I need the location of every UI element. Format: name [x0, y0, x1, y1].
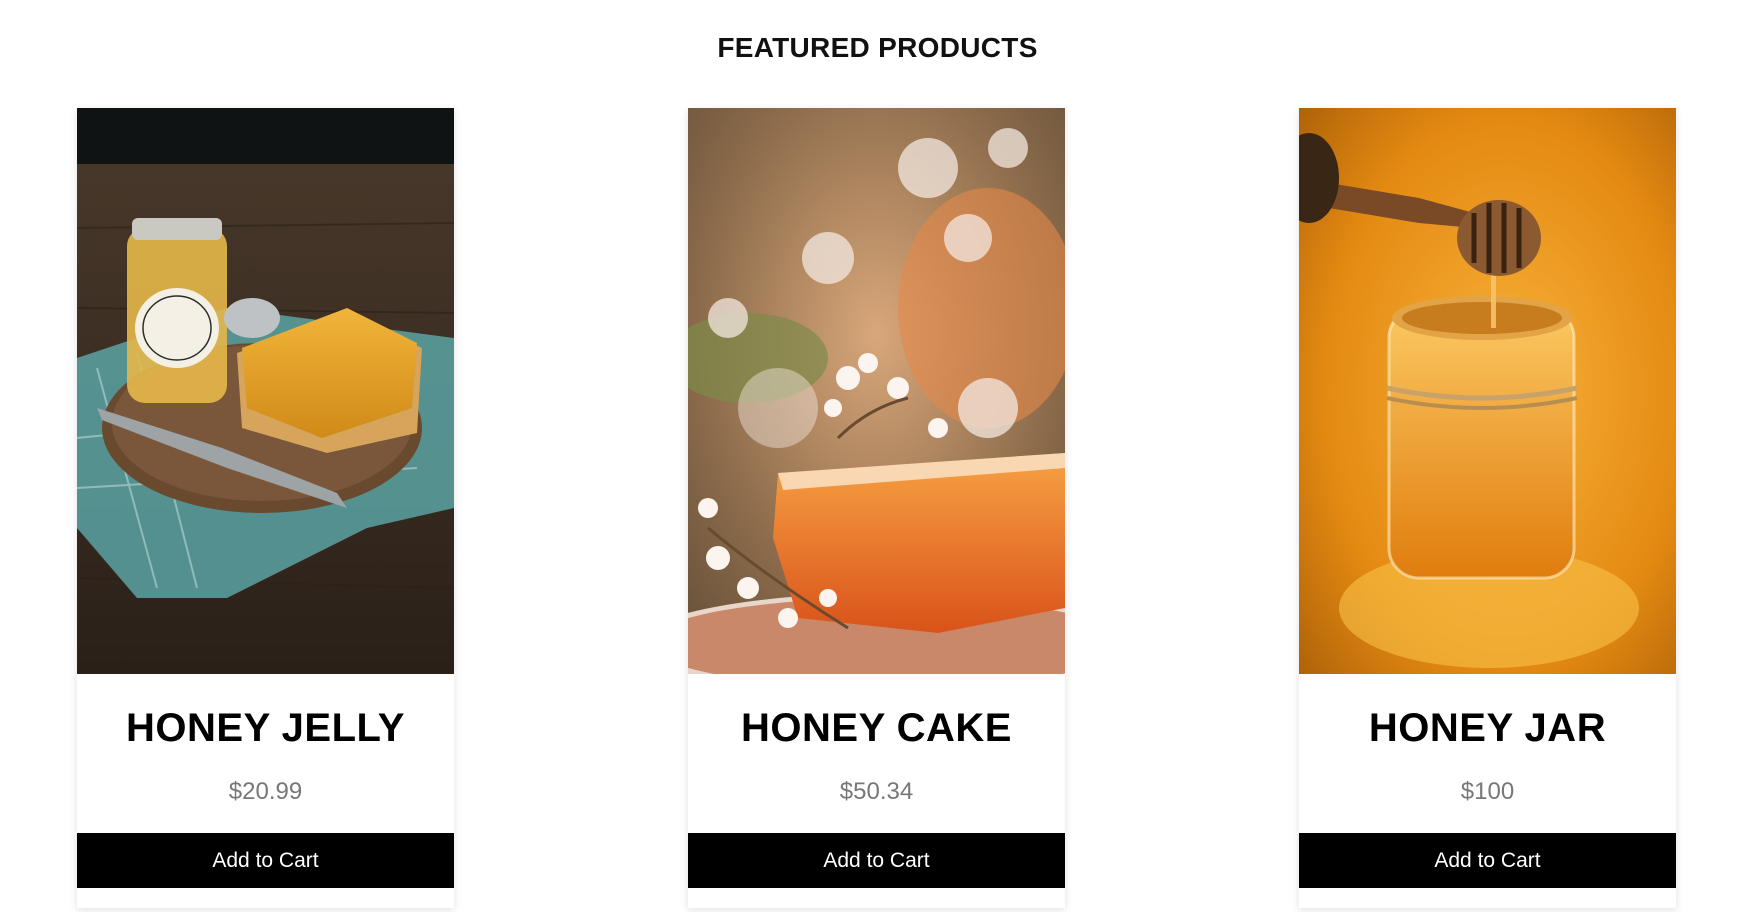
featured-products-page: FEATURED PRODUCTS HONEY JELLY $20.99 Add…: [0, 0, 1755, 912]
add-to-cart-button[interactable]: Add to Cart: [688, 833, 1065, 888]
section-title: FEATURED PRODUCTS: [717, 32, 1038, 63]
product-name: HONEY JAR: [1368, 706, 1607, 750]
product-price: $100: [1460, 778, 1515, 805]
product-image-honey-jar[interactable]: [1299, 108, 1676, 674]
product-name: HONEY CAKE: [741, 706, 1012, 750]
add-to-cart-button[interactable]: Add to Cart: [77, 833, 454, 888]
product-image-honey-jelly[interactable]: [77, 108, 454, 674]
product-name: HONEY JELLY: [126, 706, 405, 750]
product-card-honey-jelly: HONEY JELLY $20.99 Add to Cart: [77, 108, 454, 908]
product-card-honey-jar: HONEY JAR $100 Add to Cart: [1299, 108, 1676, 908]
product-price: $50.34: [839, 778, 914, 805]
add-to-cart-button[interactable]: Add to Cart: [1299, 833, 1676, 888]
product-price: $20.99: [228, 778, 303, 805]
product-card-honey-cake: HONEY CAKE $50.34 Add to Cart: [688, 108, 1065, 908]
product-image-honey-cake[interactable]: [688, 108, 1065, 674]
